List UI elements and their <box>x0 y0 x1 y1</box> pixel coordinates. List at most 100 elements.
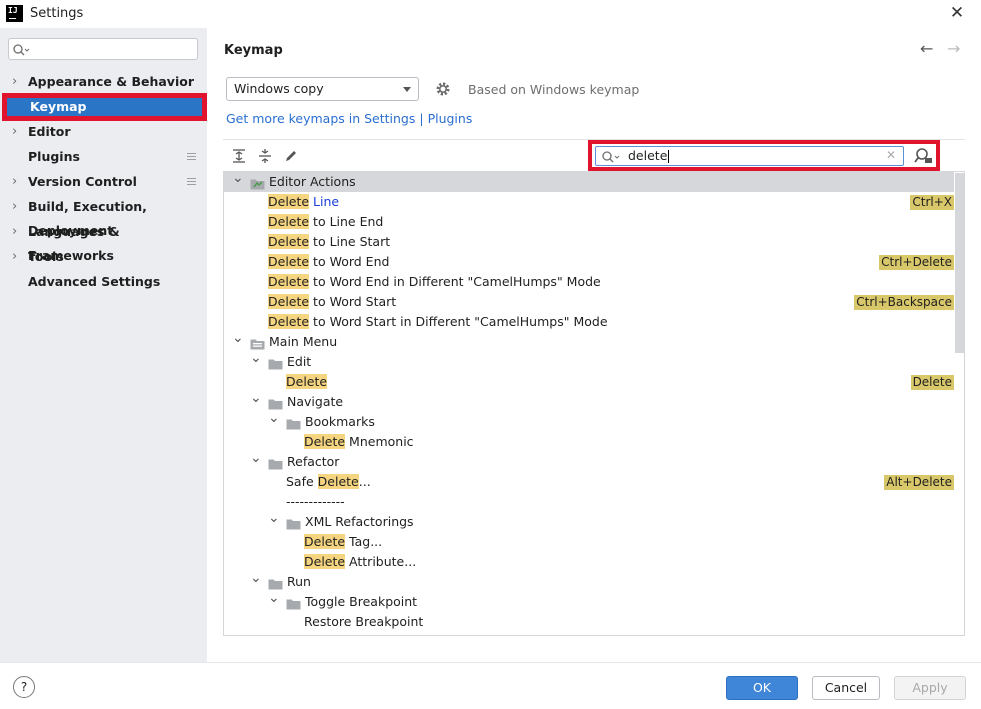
sidebar-item-label: Version Control <box>28 174 137 189</box>
search-match-highlight: Delete <box>317 474 359 489</box>
tree-action-row[interactable]: Delete to Word End in Different "CamelHu… <box>224 272 954 292</box>
chevron-down-icon[interactable]: ⌄ <box>268 408 280 428</box>
chevron-down-icon[interactable]: ⌄ <box>250 448 262 468</box>
gear-icon[interactable] <box>435 81 451 97</box>
tree-action-row[interactable]: Delete to Word Start in Different "Camel… <box>224 312 954 332</box>
tree-group-row[interactable]: ⌄ Editor Actions <box>224 172 954 192</box>
search-value: delete <box>628 148 668 163</box>
ok-button[interactable]: OK <box>726 676 798 700</box>
label-text: Edit <box>287 354 312 369</box>
back-arrow-icon[interactable]: ← <box>920 39 933 58</box>
forward-arrow-icon[interactable]: → <box>947 39 960 58</box>
cancel-button[interactable]: Cancel <box>812 676 880 700</box>
label-text: Attribute... <box>345 554 417 569</box>
chevron-right-icon[interactable]: › <box>12 195 17 219</box>
tree-action-row[interactable]: Delete Tag... <box>224 532 954 552</box>
chevron-down-icon <box>403 87 411 92</box>
chevron-right-icon[interactable]: › <box>12 170 17 194</box>
chevron-down-icon[interactable]: ⌄ <box>268 588 280 608</box>
tree-row-label: Editor Actions <box>269 172 356 192</box>
search-match-highlight: Delete <box>268 274 310 289</box>
settings-sidebar: › Appearance & Behavior Keymap › Editor Plugi… <box>0 28 207 662</box>
scrollbar-thumb[interactable] <box>955 173 964 353</box>
label-text: Refactor <box>287 454 340 469</box>
project-settings-icon <box>187 178 196 185</box>
search-match-highlight: Delete <box>268 294 310 309</box>
tree-group-row[interactable]: ⌄ Bookmarks <box>224 410 954 432</box>
tree-row-label: Delete Mnemonic <box>304 432 414 452</box>
tree-row-label: Navigate <box>287 392 343 412</box>
label-text: Toggle Breakpoint <box>305 594 418 609</box>
keymap-dropdown[interactable]: Windows copy <box>226 77 419 101</box>
chevron-right-icon[interactable]: › <box>12 245 17 269</box>
tree-group-row[interactable]: ⌄ XML Refactorings <box>224 510 954 532</box>
label-text: Line <box>309 194 340 209</box>
close-icon[interactable]: ✕ <box>946 2 968 24</box>
get-more-keymaps-link[interactable]: Get more keymaps in Settings <box>226 111 415 126</box>
chevron-down-icon[interactable]: ⌄ <box>232 328 244 348</box>
tree-row-label: Delete Line <box>268 192 339 212</box>
plugins-link[interactable]: Plugins <box>428 111 473 126</box>
shortcut-badge: Alt+Delete <box>884 475 954 490</box>
tree-group-row[interactable]: ⌄ Toggle Breakpoint <box>224 590 954 612</box>
sidebar-item-advanced-settings[interactable]: Advanced Settings <box>0 270 207 294</box>
label-text: to Line Start <box>309 234 391 249</box>
chevron-right-icon[interactable]: › <box>12 120 17 144</box>
search-match-highlight: Delete <box>304 434 346 449</box>
apply-button[interactable]: Apply <box>894 676 966 700</box>
sidebar-item-label: Keymap <box>30 99 87 114</box>
sidebar-item-languages-frameworks[interactable]: › Languages & Frameworks <box>0 220 207 263</box>
tree-action-row[interactable]: Delete to Word End Ctrl+Delete <box>224 252 954 272</box>
action-search-input[interactable]: delete ✕ <box>595 146 904 166</box>
search-match-highlight: Delete <box>268 234 310 249</box>
sidebar-item-editor[interactable]: › Editor <box>0 120 207 144</box>
clear-search-icon[interactable]: ✕ <box>886 148 896 162</box>
tree-group-row[interactable]: ⌄ Refactor <box>224 450 954 472</box>
tree-action-row[interactable]: Delete to Line Start <box>224 232 954 252</box>
help-button[interactable]: ? <box>13 676 35 698</box>
sidebar-item-version-control[interactable]: › Version Control <box>0 170 207 194</box>
tree-action-row[interactable]: ------------- <box>224 492 954 512</box>
title-bar: IJ Settings ✕ <box>0 0 981 28</box>
label-text: to Line End <box>309 214 384 229</box>
tree-group-row[interactable]: ⌄ Navigate <box>224 390 954 412</box>
collapse-all-icon[interactable] <box>256 147 274 165</box>
tree-group-row[interactable]: ⌄ Main Menu <box>224 330 954 352</box>
tree-group-row[interactable]: ⌄ Run <box>224 570 954 592</box>
chevron-down-icon[interactable]: ⌄ <box>232 172 244 188</box>
chevron-down-icon[interactable]: ⌄ <box>250 348 262 368</box>
tree-action-row[interactable]: Delete Mnemonic <box>224 432 954 452</box>
tree-action-row[interactable]: Delete Line Ctrl+X <box>224 192 954 212</box>
tree-row-label: Delete to Word End <box>268 252 389 272</box>
tree-action-row[interactable]: Restore Breakpoint <box>224 612 954 632</box>
sidebar-item-appearance-behavior[interactable]: › Appearance & Behavior <box>0 70 207 94</box>
tree-row-label: Refactor <box>287 452 339 472</box>
edit-pencil-icon[interactable] <box>282 147 300 165</box>
tree-action-row[interactable]: Safe Delete... Alt+Delete <box>224 472 954 492</box>
chevron-down-icon[interactable]: ⌄ <box>250 568 262 588</box>
sidebar-item-tools[interactable]: › Tools <box>0 245 207 269</box>
sidebar-item-keymap[interactable]: Keymap <box>2 93 207 121</box>
sidebar-item-label: Plugins <box>28 149 80 164</box>
tree-action-row[interactable]: Delete to Line End <box>224 212 954 232</box>
search-match-highlight: Delete <box>268 314 310 329</box>
tree-row-label: ------------- <box>286 492 345 512</box>
sidebar-item-label: Tools <box>28 249 64 264</box>
chevron-right-icon[interactable]: › <box>12 70 17 94</box>
tree-row-label: Delete to Line Start <box>268 232 390 252</box>
tree-action-row[interactable]: Delete Attribute... <box>224 552 954 572</box>
expand-all-icon[interactable] <box>230 147 248 165</box>
tree-action-row[interactable]: Delete Delete <box>224 372 954 392</box>
chevron-down-icon[interactable]: ⌄ <box>250 388 262 408</box>
chevron-down-icon[interactable]: ⌄ <box>268 508 280 528</box>
tree-action-row[interactable]: Delete to Word Start Ctrl+Backspace <box>224 292 954 312</box>
dialog-footer: ? OK Cancel Apply <box>0 662 981 709</box>
tree-row-label: Bookmarks <box>305 412 375 432</box>
chevron-right-icon[interactable]: › <box>12 220 17 244</box>
tree-row-label: Delete Attribute... <box>304 552 416 572</box>
find-by-shortcut-icon[interactable] <box>913 147 933 165</box>
sidebar-item-build-execution-deployment[interactable]: › Build, Execution, Deployment <box>0 195 207 238</box>
tree-group-row[interactable]: ⌄ Edit <box>224 350 954 372</box>
sidebar-search-input[interactable] <box>8 38 198 60</box>
sidebar-item-plugins[interactable]: Plugins <box>0 145 207 169</box>
